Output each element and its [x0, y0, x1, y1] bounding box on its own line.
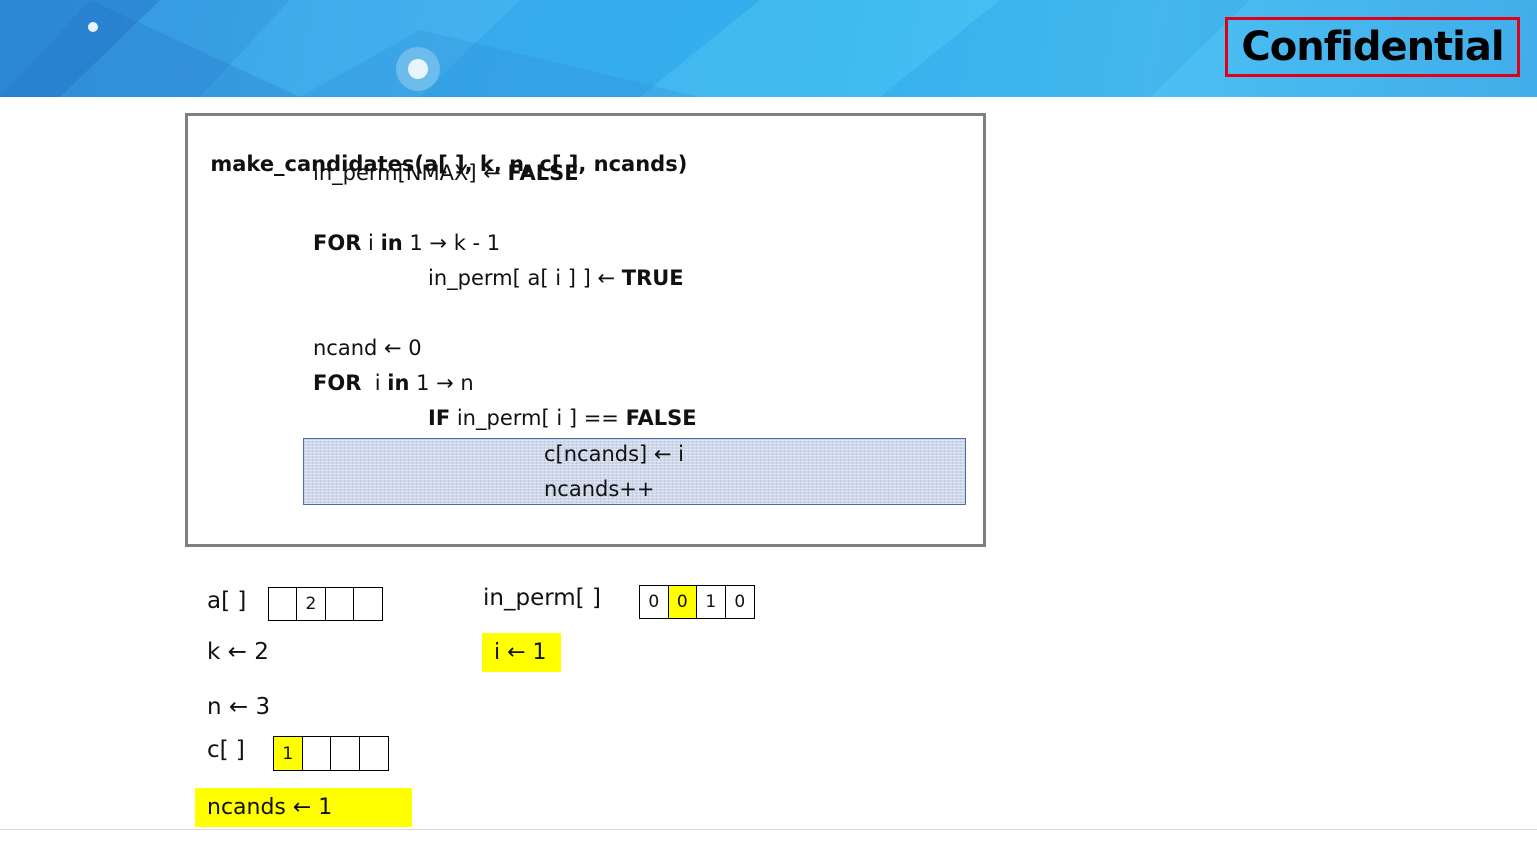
inperm-cell: 0 — [725, 586, 754, 618]
i-value: i ← 1 — [482, 633, 561, 672]
code-line-set-true: in_perm[ a[ i ] ] ← TRUE — [428, 266, 684, 290]
code-line-increment: ncands++ — [544, 477, 655, 501]
header-banner: Confidential — [0, 0, 1537, 97]
inperm-cell: 0 — [668, 586, 697, 618]
code-line-init-inperm: in_perm[NMAX] ← FALSE — [313, 161, 579, 185]
a-cell — [353, 588, 382, 620]
a-array-label: a[ ] — [207, 588, 247, 614]
a-cell — [269, 588, 298, 620]
a-cell — [325, 588, 354, 620]
code-line-if: IF in_perm[ i ] == FALSE — [428, 406, 697, 430]
inperm-cell: 0 — [640, 586, 669, 618]
code-line-assign-c: c[ncands] ← i — [544, 442, 685, 466]
confidential-text: Confidential — [1241, 24, 1504, 70]
c-cell — [302, 737, 331, 770]
inperm-array: 0 0 1 0 — [639, 585, 755, 619]
c-cell — [359, 737, 388, 770]
inperm-cell: 1 — [697, 586, 726, 618]
confidential-badge: Confidential — [1225, 17, 1520, 77]
code-line-ncand-init: ncand ← 0 — [313, 336, 422, 360]
footer-divider — [0, 829, 1537, 830]
n-value: n ← 3 — [207, 694, 271, 720]
a-cell: 2 — [297, 588, 326, 620]
code-line-for-n: FOR i in 1 → n — [313, 371, 474, 395]
c-cell: 1 — [274, 737, 303, 770]
c-array-label: c[ ] — [207, 737, 245, 763]
ncands-value: ncands ← 1 — [195, 788, 412, 827]
c-cell — [331, 737, 360, 770]
code-line-for-k: FOR i in 1 → k - 1 — [313, 231, 501, 255]
k-value: k ← 2 — [207, 639, 269, 665]
inperm-array-label: in_perm[ ] — [483, 585, 601, 611]
c-array: 1 — [273, 736, 389, 771]
a-array: 2 — [268, 587, 383, 621]
